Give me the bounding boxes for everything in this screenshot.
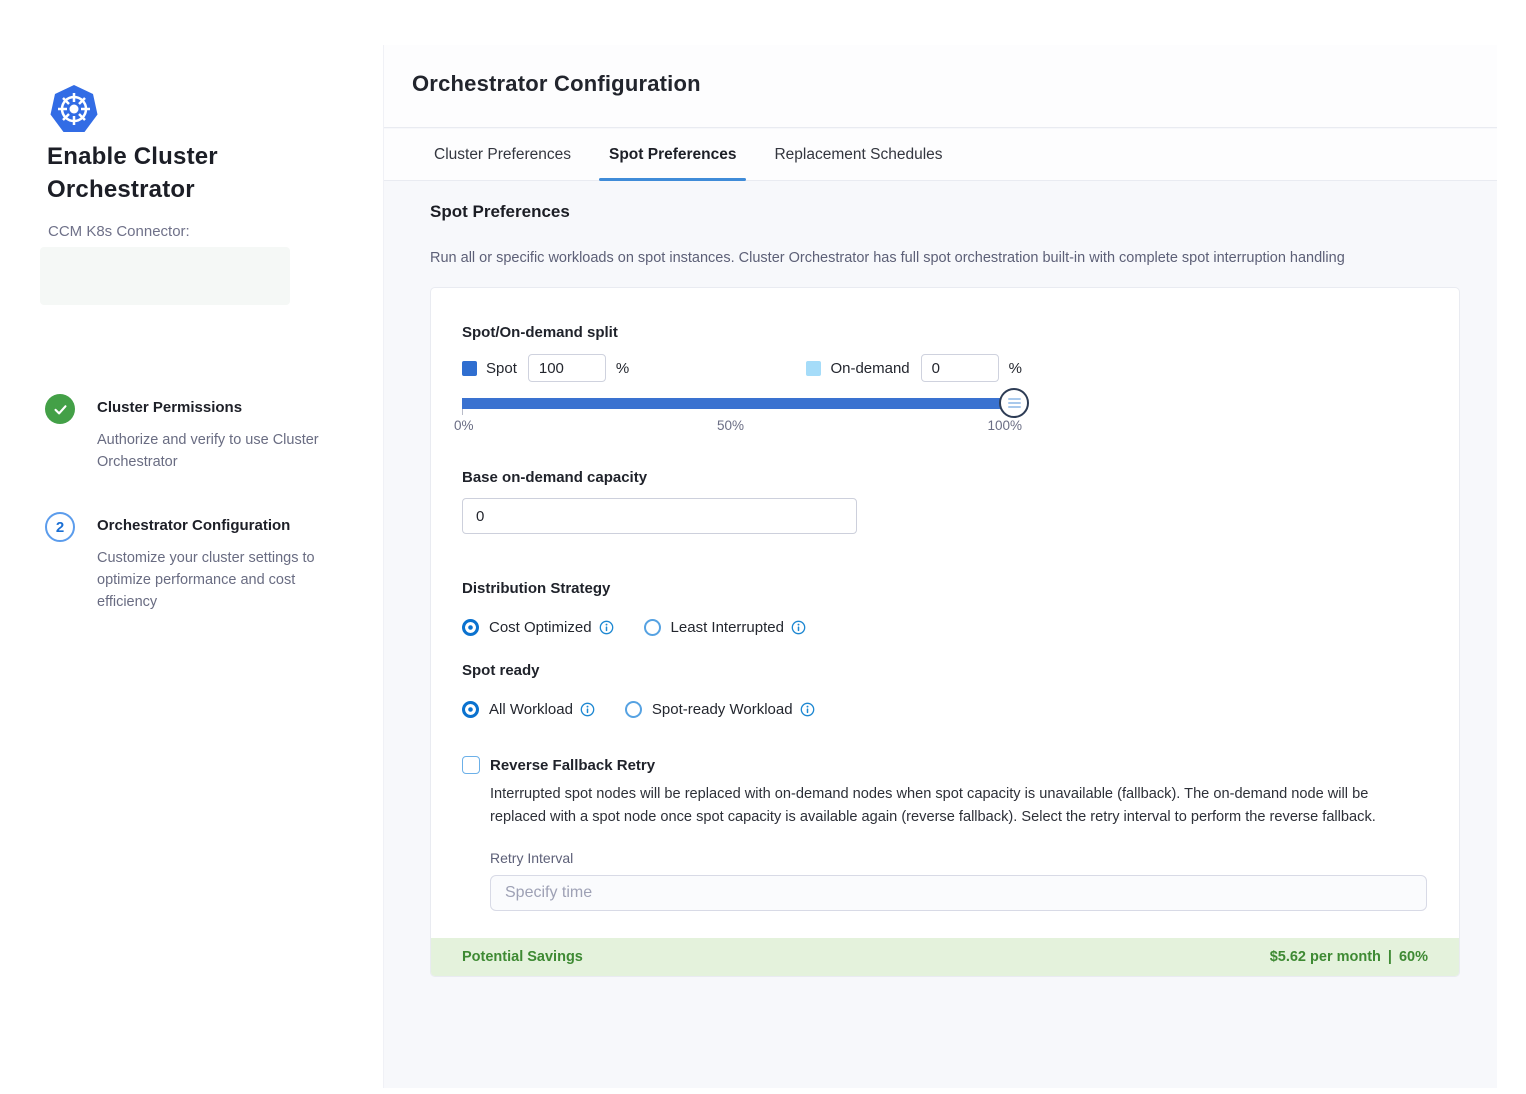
info-icon[interactable] [599,620,614,635]
savings-separator: | [1388,949,1392,965]
ondemand-color-swatch [806,361,821,376]
slider-track [462,398,1014,409]
sidebar: Enable Cluster Orchestrator CCM K8s Conn… [0,0,383,1094]
savings-amount: $5.62 per month [1270,949,1381,965]
radio-label: All Workload [489,701,573,718]
savings-percent: 60% [1399,949,1428,965]
split-label: Spot/On-demand split [462,324,1428,341]
radio-label: Cost Optimized [489,619,592,636]
info-icon[interactable] [800,702,815,717]
tab-spot-preferences[interactable]: Spot Preferences [597,129,749,180]
percent-sign: % [1009,360,1022,377]
radio-unselected-icon[interactable] [625,701,642,718]
base-capacity-input[interactable] [462,498,857,534]
section-title: Spot Preferences [430,202,1497,222]
ondemand-split-group: On-demand % [806,354,1022,382]
connector-value-redacted [40,247,290,305]
reverse-fallback-description: Interrupted spot nodes will be replaced … [490,783,1422,828]
ondemand-label: On-demand [830,360,909,377]
step-description: Authorize and verify to use Cluster Orch… [97,429,347,473]
reverse-fallback-label: Reverse Fallback Retry [490,757,655,774]
spot-ready-label: Spot ready [462,662,1428,679]
sidebar-title: Enable Cluster Orchestrator [47,140,307,206]
page-title: Orchestrator Configuration [412,71,701,97]
radio-selected-icon[interactable] [462,701,479,718]
potential-savings-label: Potential Savings [462,949,583,965]
slider-handle[interactable] [999,388,1029,418]
potential-savings-bar: Potential Savings $5.62 per month | 60% [431,938,1459,976]
spot-preferences-card: Spot/On-demand split Spot % On-demand [430,287,1460,977]
tab-content: Spot Preferences Run all or specific wor… [384,182,1497,1088]
percent-sign: % [616,360,629,377]
main-header: Orchestrator Configuration [384,45,1497,128]
spot-split-slider[interactable] [462,398,1022,409]
tab-cluster-preferences[interactable]: Cluster Preferences [422,129,583,180]
radio-spot-ready-workload[interactable]: Spot-ready Workload [625,701,815,718]
slider-label-0: 0% [454,418,474,433]
spot-split-group: Spot % [462,354,629,382]
radio-all-workload[interactable]: All Workload [462,701,595,718]
slider-label-100: 100% [987,418,1022,433]
main-panel: Orchestrator Configuration Cluster Prefe… [383,45,1497,1088]
step-description: Customize your cluster settings to optim… [97,547,347,613]
radio-selected-icon[interactable] [462,619,479,636]
base-capacity-label: Base on-demand capacity [462,469,1428,486]
retry-interval-label: Retry Interval [490,850,1428,866]
step-title: Orchestrator Configuration [97,517,290,534]
info-icon[interactable] [791,620,806,635]
step-number-badge: 2 [45,512,75,542]
radio-least-interrupted[interactable]: Least Interrupted [644,619,806,636]
info-icon[interactable] [580,702,595,717]
connector-label: CCM K8s Connector: [48,223,190,240]
radio-label: Spot-ready Workload [652,701,793,718]
spot-label: Spot [486,360,517,377]
distribution-strategy-label: Distribution Strategy [462,580,1428,597]
tab-replacement-schedules[interactable]: Replacement Schedules [762,129,954,180]
radio-label: Least Interrupted [671,619,784,636]
slider-tick-0 [462,409,463,415]
spot-color-swatch [462,361,477,376]
ondemand-percent-input[interactable] [921,354,999,382]
step-done-check-icon [45,394,75,424]
slider-label-50: 50% [717,418,744,433]
kubernetes-icon [48,84,100,134]
radio-unselected-icon[interactable] [644,619,661,636]
step-title: Cluster Permissions [97,399,242,416]
reverse-fallback-checkbox[interactable] [462,756,480,774]
slider-tick-labels: 0% 50% 100% [454,418,1022,433]
radio-cost-optimized[interactable]: Cost Optimized [462,619,614,636]
section-description: Run all or specific workloads on spot in… [430,250,1470,266]
retry-interval-input[interactable] [490,875,1427,911]
spot-percent-input[interactable] [528,354,606,382]
tab-bar: Cluster Preferences Spot Preferences Rep… [384,129,1497,181]
potential-savings-value: $5.62 per month | 60% [1270,949,1428,965]
